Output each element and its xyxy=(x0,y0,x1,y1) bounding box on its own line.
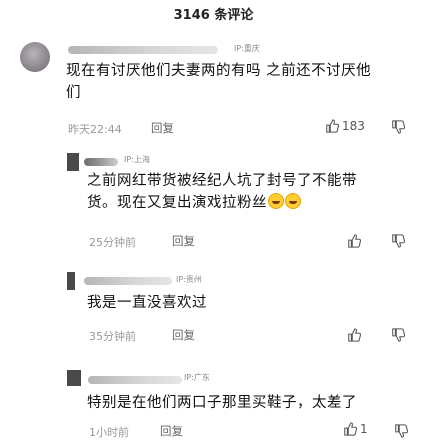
reply-button[interactable]: 回复 xyxy=(172,233,195,249)
comment-time: 35分钟前 xyxy=(89,330,136,343)
comment-text: 我是一直没喜欢过 xyxy=(87,295,207,311)
ip-location: IP:上海 xyxy=(124,155,150,164)
ip-location: IP:重庆 xyxy=(234,44,260,53)
username-blurred[interactable] xyxy=(84,277,172,285)
username-blurred[interactable] xyxy=(68,46,218,54)
like-count: 183 xyxy=(342,119,365,133)
thumb-up-icon[interactable] xyxy=(347,234,361,248)
comment-time: 25分钟前 xyxy=(89,236,136,249)
thumb-down-icon[interactable] xyxy=(391,328,405,342)
reply-item[interactable]: IP:贵州 我是一直没喜欢过 35分钟前 回复 xyxy=(0,270,427,346)
thumb-up-icon[interactable] xyxy=(347,328,361,342)
comment-text: 特别是在他们两口子那里买鞋子，太差了 xyxy=(87,395,357,411)
laughing-tears-emoji xyxy=(268,193,284,209)
avatar[interactable] xyxy=(67,370,81,386)
reply-item[interactable]: IP:上海 之前网红带货被经纪人坑了封号了不能带 货。现在又复出演戏拉粉丝 25… xyxy=(0,150,427,249)
ip-location: IP:贵州 xyxy=(176,275,202,284)
avatar[interactable] xyxy=(67,272,75,290)
thumb-up-icon xyxy=(326,119,339,133)
thumb-down-icon[interactable] xyxy=(391,120,405,134)
username-blurred[interactable] xyxy=(84,158,118,166)
thumb-down-icon[interactable] xyxy=(391,234,405,248)
laughing-tears-emoji xyxy=(285,193,301,209)
reply-item[interactable]: IP:广东 特别是在他们两口子那里买鞋子，太差了 1小时前 回复 1 xyxy=(0,370,427,446)
comment-item[interactable]: IP:重庆 现在有讨厌他们夫妻两的有吗 之前还不讨厌他 们 昨天22:44 回复… xyxy=(0,38,427,148)
comment-text: 之前网红带货被经纪人坑了封号了不能带 货。现在又复出演戏拉粉丝 xyxy=(87,173,357,211)
username-blurred[interactable] xyxy=(88,376,182,384)
comment-count-title: 3146 条评论 xyxy=(173,8,254,23)
reply-button[interactable]: 回复 xyxy=(160,423,183,439)
comment-text: 现在有讨厌他们夫妻两的有吗 之前还不讨厌他 们 xyxy=(66,63,372,101)
avatar[interactable] xyxy=(67,153,79,171)
like-count: 1 xyxy=(360,422,368,436)
comment-time: 1小时前 xyxy=(89,426,129,439)
thumb-down-icon[interactable] xyxy=(394,424,408,438)
comment-time: 昨天22:44 xyxy=(68,123,122,136)
like-button[interactable]: 1 xyxy=(343,422,368,436)
thumb-up-icon xyxy=(344,422,357,436)
reply-button[interactable]: 回复 xyxy=(172,327,195,343)
comment-count-header: 3146 条评论 xyxy=(0,0,427,36)
like-button[interactable]: 183 xyxy=(325,119,365,133)
avatar[interactable] xyxy=(20,42,50,72)
reply-button[interactable]: 回复 xyxy=(151,120,174,136)
ip-location: IP:广东 xyxy=(184,373,210,382)
